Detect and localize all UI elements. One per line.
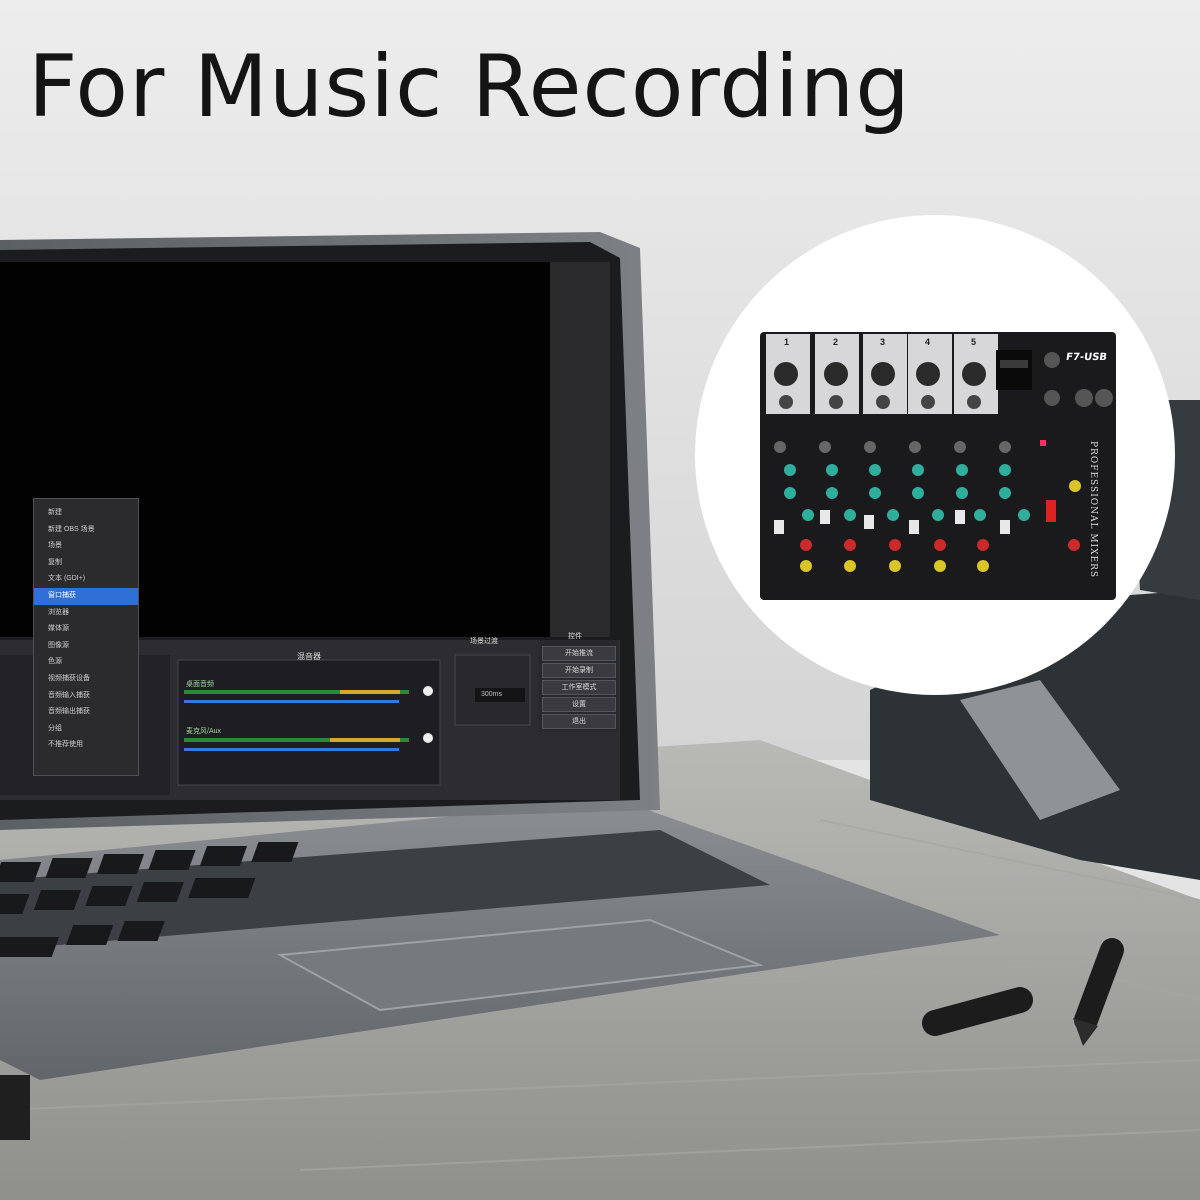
channel-label-mic: 麦克风/Aux bbox=[186, 728, 222, 735]
mixer-channel-number: 3 bbox=[880, 337, 886, 347]
photo-scene bbox=[0, 0, 1200, 1200]
controls-button[interactable]: 退出 bbox=[542, 714, 616, 729]
context-menu-item[interactable]: 浏览器 bbox=[34, 605, 138, 622]
controls-button[interactable]: 开始推流 bbox=[542, 646, 616, 661]
context-menu-item[interactable]: 图像源 bbox=[34, 638, 138, 655]
context-menu-item[interactable]: 媒体源 bbox=[34, 621, 138, 638]
context-menu-item[interactable]: 新建 OBS 场景 bbox=[34, 522, 138, 539]
context-menu-item[interactable]: 色源 bbox=[34, 654, 138, 671]
mixer-panel-bg bbox=[177, 659, 441, 786]
context-menu: 新建 新建 OBS 场景 场景 复制 文本 (GDI+) 窗口捕获 浏览器 媒体源 图像源 色源视… bbox=[33, 498, 139, 776]
controls-button[interactable]: 开始录制 bbox=[542, 663, 616, 678]
context-menu-item[interactable]: 新建 bbox=[34, 505, 138, 522]
controls-panel-title: 控件 bbox=[568, 633, 582, 640]
transition-panel-title: 场景过渡 bbox=[470, 638, 498, 645]
context-menu-item[interactable]: 文本 (GDI+) bbox=[34, 571, 138, 588]
mixer-device bbox=[760, 332, 1116, 600]
mixer-channel-number: 4 bbox=[925, 337, 931, 347]
mixer-channel-number: 1 bbox=[784, 337, 790, 347]
context-menu-item[interactable]: 复制 bbox=[34, 555, 138, 572]
context-menu-item[interactable]: 不推荐使用 bbox=[34, 737, 138, 754]
context-menu-item[interactable]: 窗口捕获 bbox=[34, 587, 138, 605]
mixer-channel-number: 5 bbox=[971, 337, 977, 347]
mixer-model-label: F7-USB bbox=[1065, 352, 1108, 363]
channel-label-desktop-audio: 桌面音频 bbox=[186, 681, 214, 688]
context-menu-item[interactable]: 视频捕获设备 bbox=[34, 671, 138, 688]
context-menu-item[interactable]: 音频输入捕获 bbox=[34, 688, 138, 705]
context-menu-item[interactable]: 分组 bbox=[34, 721, 138, 738]
mixer-brand-label: PROFESSIONAL MIXERS bbox=[1088, 441, 1098, 579]
controls-button[interactable]: 工作室模式 bbox=[542, 680, 616, 695]
transition-duration: 300ms bbox=[481, 691, 503, 698]
notebook-corner bbox=[0, 1075, 30, 1140]
context-menu-item[interactable]: 音频输出捕获 bbox=[34, 704, 138, 721]
mixer-panel-title: 混音器 bbox=[297, 652, 321, 661]
controls-button[interactable]: 设置 bbox=[542, 697, 616, 712]
context-menu-item[interactable]: 场景 bbox=[34, 538, 138, 555]
headline: For Music Recording bbox=[28, 37, 911, 137]
mixer-channel-number: 2 bbox=[833, 337, 839, 347]
